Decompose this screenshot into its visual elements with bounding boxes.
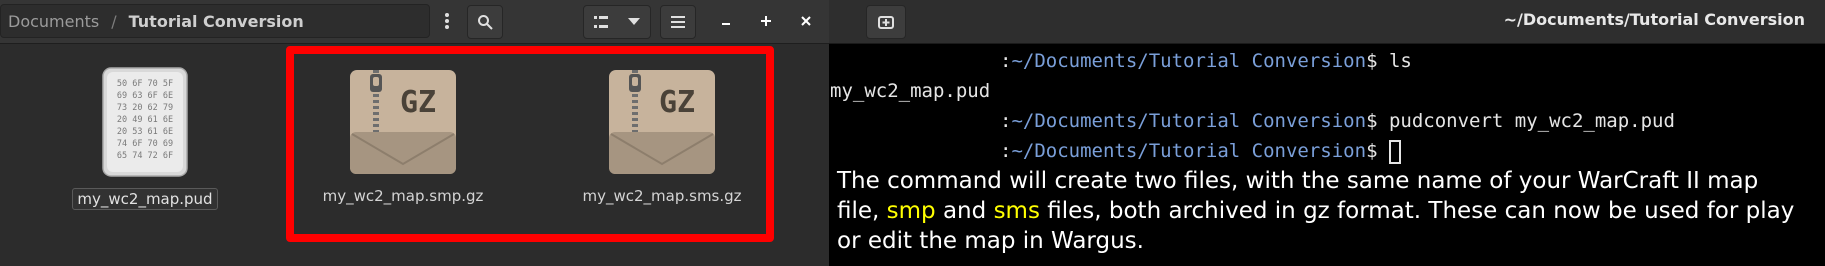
kebab-menu-icon: [445, 13, 449, 29]
tutorial-caption: The command will create two files, with …: [837, 166, 1797, 256]
terminal-line: my_wc2_map.pud: [830, 76, 1675, 106]
breadcrumb-separator: /: [111, 11, 117, 31]
hamburger-icon: [671, 16, 685, 28]
hex-document-icon: 50 6F 70 5F 69 63 6F 6E 73 20 62 79 20 49 6…: [102, 67, 188, 177]
view-options-group: [583, 5, 651, 39]
main-menu-button[interactable]: [660, 5, 696, 39]
list-view-icon: [593, 16, 608, 28]
path-menu-button[interactable]: [430, 5, 464, 37]
terminal-line: :~/Documents/Tutorial Conversion$: [830, 136, 1675, 166]
file-manager-headerbar: Documents / Tutorial Conversion: [0, 0, 829, 44]
chevron-down-icon: [627, 18, 640, 25]
command-text: ls: [1377, 50, 1412, 72]
terminal-line: :~/Documents/Tutorial Conversion$ ls: [830, 46, 1675, 76]
hex-row: 20 49 61 6E: [117, 115, 173, 125]
terminal-line: :~/Documents/Tutorial Conversion$ pudcon…: [830, 106, 1675, 136]
caption-text: and: [935, 198, 994, 224]
prompt-path: ~/Documents/Tutorial Conversion: [1011, 110, 1367, 132]
search-button[interactable]: [467, 5, 503, 39]
minimize-icon: [722, 23, 730, 25]
prompt-prefix: :: [1000, 50, 1012, 72]
terminal-title: ~/Documents/Tutorial Conversion: [1503, 10, 1805, 29]
list-view-button[interactable]: [584, 16, 617, 28]
terminal-output[interactable]: :~/Documents/Tutorial Conversion$ ls my_…: [830, 46, 1675, 166]
breadcrumb: Documents / Tutorial Conversion: [0, 4, 430, 38]
close-icon: [801, 16, 811, 26]
hex-row: 74 6F 70 69: [117, 139, 173, 149]
terminal-headerbar: ~/Documents/Tutorial Conversion: [829, 0, 1825, 44]
file-manager-window: Documents / Tutorial Conversion 50 6F 70…: [0, 0, 829, 266]
prompt-symbol: $: [1366, 140, 1378, 162]
prompt-path: ~/Documents/Tutorial Conversion: [1011, 50, 1367, 72]
maximize-button[interactable]: [750, 5, 782, 37]
breadcrumb-current-folder[interactable]: Tutorial Conversion: [129, 12, 304, 31]
hex-row: 65 74 72 6F: [117, 151, 173, 161]
search-icon: [478, 15, 493, 30]
prompt-symbol: $: [1366, 110, 1378, 132]
new-tab-icon: [878, 16, 894, 29]
prompt-path: ~/Documents/Tutorial Conversion: [1011, 140, 1367, 162]
close-button[interactable]: [790, 5, 822, 37]
red-highlight-box: [286, 46, 774, 242]
minimize-button[interactable]: [710, 5, 742, 37]
new-tab-button[interactable]: [866, 5, 906, 39]
hex-row: 50 6F 70 5F: [117, 79, 173, 89]
file-name-label: my_wc2_map.pud: [72, 188, 218, 210]
caption-sms: sms: [993, 198, 1040, 224]
hex-row: 73 20 62 79: [117, 103, 173, 113]
view-dropdown-button[interactable]: [617, 18, 650, 26]
prompt-symbol: $: [1366, 50, 1378, 72]
command-text: [1378, 140, 1389, 162]
hex-row: 20 53 61 6E: [117, 127, 173, 137]
plus-icon: [761, 16, 771, 26]
command-output: my_wc2_map.pud: [830, 80, 991, 102]
hex-row: 69 63 6F 6E: [117, 91, 173, 101]
breadcrumb-documents[interactable]: Documents: [1, 12, 99, 31]
command-text: pudconvert my_wc2_map.pud: [1377, 110, 1675, 132]
terminal-cursor: [1388, 139, 1401, 164]
prompt-prefix: :: [1000, 140, 1012, 162]
file-item-pud[interactable]: 50 6F 70 5F 69 63 6F 6E 73 20 62 79 20 49 6…: [70, 66, 220, 210]
prompt-prefix: :: [1000, 110, 1012, 132]
caption-smp: smp: [886, 198, 936, 224]
